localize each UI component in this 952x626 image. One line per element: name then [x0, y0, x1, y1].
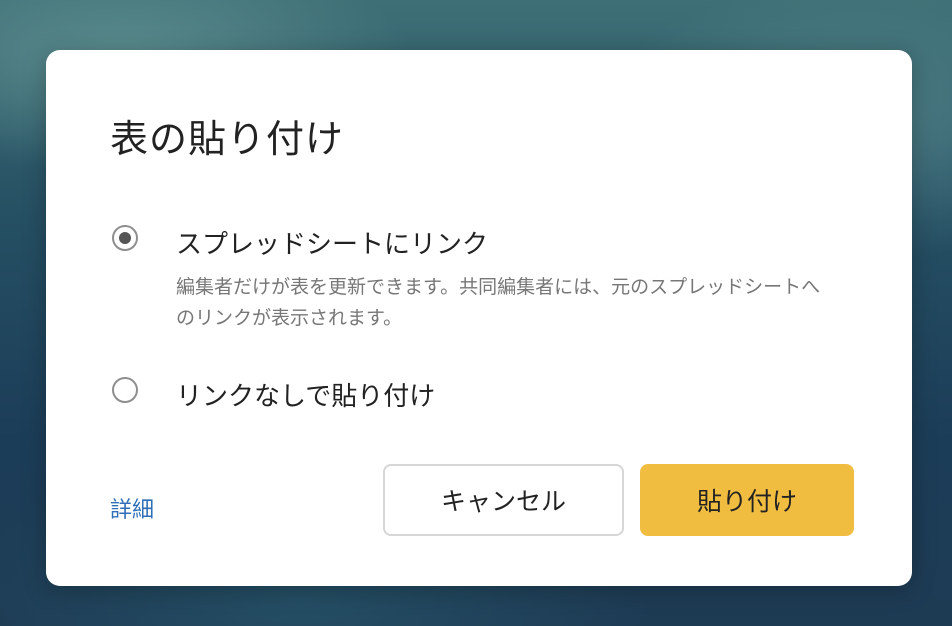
paste-unlinked-radio[interactable] [112, 377, 138, 403]
cancel-button[interactable]: キャンセル [383, 464, 624, 536]
paste-unlinked-label[interactable]: リンクなしで貼り付け [176, 376, 435, 413]
details-link[interactable]: 詳細 [110, 492, 154, 524]
paste-button[interactable]: 貼り付け [640, 464, 854, 536]
link-to-spreadsheet-description: 編集者だけが表を更新できます。共同編集者には、元のスプレッドシートへのリンクが表… [176, 276, 821, 329]
paste-table-dialog: 表の貼り付け スプレッドシートにリンク 編集者だけが表を更新できます。共同編集者… [46, 50, 912, 586]
link-to-spreadsheet-label[interactable]: スプレッドシートにリンク [176, 224, 488, 261]
link-to-spreadsheet-radio[interactable] [112, 225, 138, 251]
dialog-title: 表の貼り付け [110, 117, 345, 161]
